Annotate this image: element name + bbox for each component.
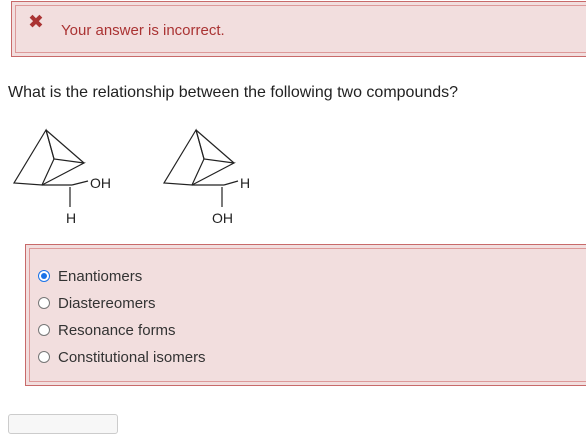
feedback-banner: ✖ Your answer is incorrect. [11, 1, 586, 57]
feedback-text: Your answer is incorrect. [61, 22, 225, 39]
question-text: What is the relationship between the fol… [8, 84, 459, 101]
option-constitutional-isomers[interactable]: Constitutional isomers [38, 347, 206, 367]
molecule-2-h-bond [223, 180, 239, 186]
molecule-2-top-label: H [240, 175, 250, 191]
molecule-1 [12, 128, 89, 207]
option-label: Constitutional isomers [58, 348, 206, 366]
option-diastereomers[interactable]: Diastereomers [38, 293, 156, 313]
radio-resonance-forms[interactable] [38, 324, 50, 336]
option-enantiomers[interactable]: Enantiomers [38, 266, 142, 286]
molecule-1-oh-bond [71, 180, 89, 186]
molecule-2-edge [195, 129, 235, 164]
molecule-1-top-label: OH [90, 175, 111, 191]
submit-button[interactable] [8, 414, 118, 434]
close-icon: ✖ [28, 12, 44, 33]
molecule-diagram: OH H H OH [12, 128, 250, 226]
molecule-2 [162, 128, 239, 207]
molecule-1-edge [45, 129, 85, 164]
radio-diastereomers[interactable] [38, 297, 50, 309]
option-label: Resonance forms [58, 321, 176, 339]
option-label: Enantiomers [58, 267, 143, 285]
option-label: Diastereomers [58, 294, 156, 312]
option-resonance-forms[interactable]: Resonance forms [38, 320, 176, 340]
molecule-2-bottom-label: OH [212, 210, 233, 226]
radio-enantiomers[interactable] [38, 270, 50, 282]
answer-options-box: Enantiomers Diastereomers Resonance form… [25, 244, 586, 386]
molecule-1-bottom-label: H [66, 210, 76, 226]
radio-constitutional-isomers[interactable] [38, 351, 50, 363]
